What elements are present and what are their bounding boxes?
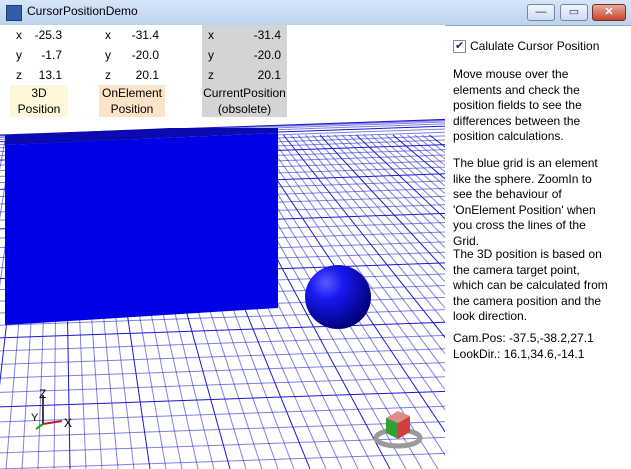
gizmo-z-label: Z xyxy=(39,387,46,401)
caption-current-position: CurrentPosition (obsolete) xyxy=(202,85,287,117)
caption-3d-position: 3D Position xyxy=(10,85,68,117)
close-button[interactable]: ✕ xyxy=(592,4,626,21)
grid-line xyxy=(0,452,445,469)
sphere[interactable] xyxy=(305,265,371,329)
grid-line xyxy=(0,390,445,408)
table-row: y -20.0 xyxy=(105,48,159,62)
grid-line xyxy=(429,134,445,148)
title-bar: CursorPositionDemo — ▭ ✕ xyxy=(0,0,631,26)
table-row: z 13.1 xyxy=(16,68,62,82)
info-paragraph-2: The blue grid is an element like the sph… xyxy=(453,156,598,248)
box-front-face[interactable] xyxy=(5,133,278,325)
checkbox-box[interactable]: ✔ xyxy=(453,40,466,53)
caption-onelement-position: OnElement Position xyxy=(99,85,165,117)
table-row: x -31.4 xyxy=(208,28,281,42)
checkbox-label[interactable]: Calulate Cursor Position xyxy=(470,39,599,53)
info-panel: ✔ Calulate Cursor Position Move mouse ov… xyxy=(445,25,631,469)
table-row: x -25.3 xyxy=(16,28,62,42)
table-current-position: x -31.4 y -20.0 z 20.1 CurrentPosition (obs… xyxy=(202,25,287,117)
table-onelement-position: x -31.4 y -20.0 z 20.1 OnElement Position xyxy=(99,25,165,117)
checkmark-icon: ✔ xyxy=(455,40,465,52)
gizmo-y-label: Y xyxy=(31,412,39,424)
table-row: z 20.1 xyxy=(208,68,281,82)
info-paragraph-3: The 3D position is based on the camera t… xyxy=(453,247,608,323)
camera-position-text: Cam.Pos: -37.5,-38.2,27.1 xyxy=(453,331,594,345)
table-row: z 20.1 xyxy=(105,68,159,82)
info-paragraph-1: Move mouse over the elements and check t… xyxy=(453,67,582,143)
table-row: y -1.7 xyxy=(16,48,62,62)
axes-gizmo: Z Y X xyxy=(31,387,72,430)
table-row: x -31.4 xyxy=(105,28,159,42)
table-3d-position: x -25.3 y -1.7 z 13.1 3D Position xyxy=(10,25,68,117)
gizmo-x-label: X xyxy=(64,416,72,430)
window-title: CursorPositionDemo xyxy=(27,4,138,18)
minimize-button[interactable]: — xyxy=(527,4,555,21)
grid-line xyxy=(0,348,445,365)
app-icon xyxy=(6,5,22,21)
table-row: y -20.0 xyxy=(208,48,281,62)
maximize-button[interactable]: ▭ xyxy=(560,4,588,21)
grid-line xyxy=(0,362,445,379)
3d-viewport[interactable]: Z Y X x -25.3 y -1.7 z 13.1 3D Position x -3… xyxy=(0,25,445,469)
grid-line xyxy=(0,321,445,339)
look-direction-text: LookDir.: 16.1,34.6,-14.1 xyxy=(453,347,585,361)
grid-line xyxy=(421,134,445,154)
